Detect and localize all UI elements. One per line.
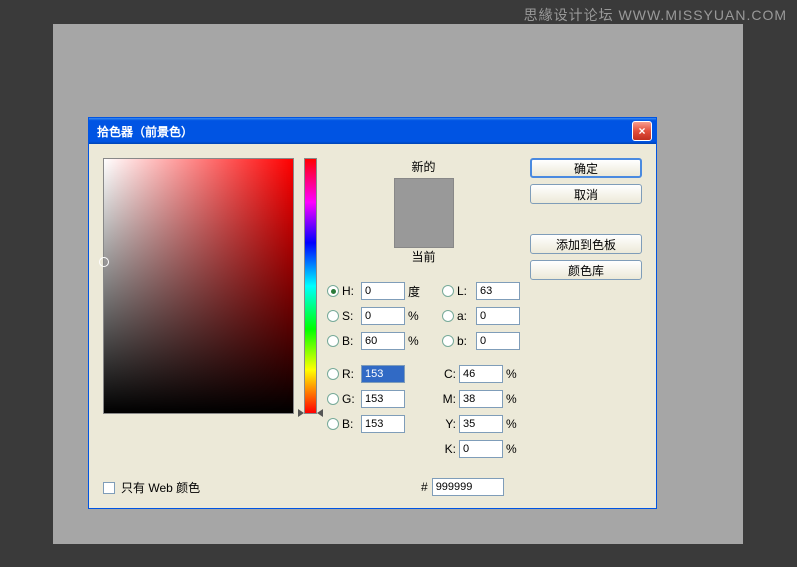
hsb-rgb-column: H: 度 S: % B: % [327,282,422,458]
y-unit: % [506,417,520,431]
hsb-b-row: B: % [327,332,422,350]
a-radio[interactable] [442,310,454,322]
close-button[interactable]: × [632,121,652,141]
hex-row: # [421,478,504,496]
hsb-b-radio[interactable] [327,335,339,347]
web-only-label: 只有 Web 颜色 [121,479,200,496]
rgb-b-input[interactable] [361,415,405,433]
y-label: Y: [442,417,456,431]
l-row: L: [442,282,520,300]
r-row: R: [327,365,422,383]
l-label: L: [457,284,473,298]
rgb-b-radio[interactable] [327,418,339,430]
s-row: S: % [327,307,422,325]
g-input[interactable] [361,390,405,408]
m-row: M: % [442,390,520,408]
dialog-title: 拾色器（前景色） [97,123,193,140]
c-row: C: % [442,365,520,383]
l-input[interactable] [476,282,520,300]
c-label: C: [442,367,456,381]
rgb-b-row: B: [327,415,422,433]
r-label: R: [342,367,358,381]
color-library-button[interactable]: 颜色库 [530,260,642,280]
saturation-value-picker[interactable] [103,158,294,414]
color-picker-dialog: 拾色器（前景色） × 新的 当前 [88,117,657,509]
current-color-label: 当前 [394,248,454,265]
g-label: G: [342,392,358,406]
h-radio[interactable] [327,285,339,297]
m-unit: % [506,392,520,406]
color-fields: H: 度 S: % B: % [327,282,520,458]
g-radio[interactable] [327,393,339,405]
middle-column: 新的 当前 H: 度 S: [327,158,520,458]
r-radio[interactable] [327,368,339,380]
k-label: K: [442,442,456,456]
web-only-row: 只有 Web 颜色 [103,479,200,496]
l-radio[interactable] [442,285,454,297]
watermark-text: 思緣设计论坛 WWW.MISSYUAN.COM [524,5,787,25]
y-row: Y: % [442,415,520,433]
hsb-b-label: B: [342,334,358,348]
c-unit: % [506,367,520,381]
swatch-section: 新的 当前 [394,158,454,268]
k-row: K: % [442,440,520,458]
buttons-column: 确定 取消 添加到色板 颜色库 [530,158,642,458]
y-input[interactable] [459,415,503,433]
a-label: a: [457,309,473,323]
h-label: H: [342,284,358,298]
ok-button[interactable]: 确定 [530,158,642,178]
r-input[interactable] [361,365,405,383]
hex-input[interactable] [432,478,504,496]
hsb-b-unit: % [408,334,422,348]
s-label: S: [342,309,358,323]
g-row: G: [327,390,422,408]
lab-b-radio[interactable] [442,335,454,347]
hue-arrow-right-icon [317,409,323,417]
s-radio[interactable] [327,310,339,322]
h-unit: 度 [408,283,422,300]
lab-b-input[interactable] [476,332,520,350]
lab-b-label: b: [457,334,473,348]
cancel-button[interactable]: 取消 [530,184,642,204]
m-label: M: [442,392,456,406]
m-input[interactable] [459,390,503,408]
rgb-b-label: B: [342,417,358,431]
titlebar[interactable]: 拾色器（前景色） × [89,118,656,144]
color-swatch[interactable] [394,178,454,248]
current-color-preview [395,213,453,247]
hue-slider[interactable] [304,158,317,414]
web-only-checkbox[interactable] [103,482,115,494]
hsb-b-input[interactable] [361,332,405,350]
hex-label: # [421,480,428,494]
a-row: a: [442,307,520,325]
dialog-body: 新的 当前 H: 度 S: [89,144,656,472]
lab-column: L: a: b: C: [442,282,520,458]
sv-cursor-icon [99,257,109,267]
k-unit: % [506,442,520,456]
s-unit: % [408,309,422,323]
new-color-preview [395,179,453,213]
h-input[interactable] [361,282,405,300]
c-input[interactable] [459,365,503,383]
add-swatch-button[interactable]: 添加到色板 [530,234,642,254]
a-input[interactable] [476,307,520,325]
new-color-label: 新的 [394,158,454,175]
close-icon: × [638,124,645,138]
s-input[interactable] [361,307,405,325]
hue-arrow-left-icon [298,409,304,417]
k-input[interactable] [459,440,503,458]
h-row: H: 度 [327,282,422,300]
lab-b-row: b: [442,332,520,350]
